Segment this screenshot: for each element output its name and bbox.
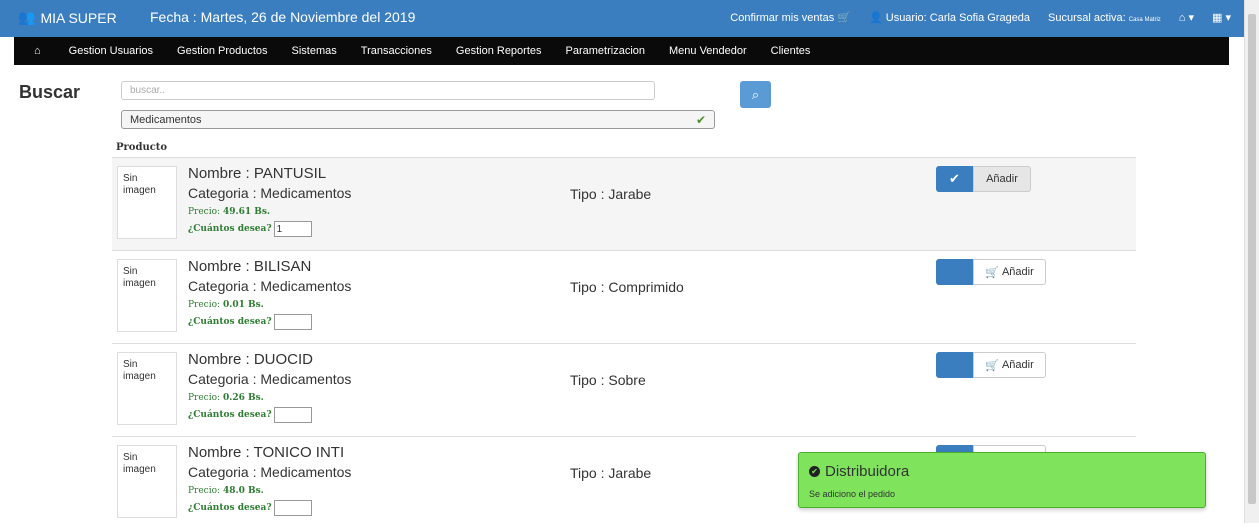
grid-menu-icon[interactable]: ▦ ▾ <box>1212 11 1231 24</box>
brand-label: MIA SUPER <box>40 9 117 26</box>
product-price: Precio: 0.01 Bs. <box>188 300 264 310</box>
select-toggle-button[interactable] <box>936 352 973 378</box>
table-row: Sin imagen Nombre : PANTUSIL Categoria :… <box>112 157 1136 250</box>
users-icon: 👥 <box>18 9 36 25</box>
add-button[interactable]: 🛒Añadir <box>973 352 1046 378</box>
product-image: Sin imagen <box>117 445 177 518</box>
product-price: Precio: 0.26 Bs. <box>188 393 264 403</box>
selected-check-button[interactable]: ✔ <box>936 166 973 192</box>
nav-item-parametrizacion[interactable]: Parametrizacion <box>566 45 645 57</box>
product-price: Precio: 49.61 Bs. <box>188 207 271 217</box>
notification-toast[interactable]: ✔ Distribuidora Se adiciono el pedido <box>798 452 1206 508</box>
top-header: 👥 MIA SUPER Fecha : Martes, 26 de Noviem… <box>0 0 1245 37</box>
user-icon: 👤 <box>868 12 883 24</box>
add-button[interactable]: 🛒Añadir <box>973 259 1046 285</box>
brand[interactable]: 👥 MIA SUPER <box>18 9 117 26</box>
current-date: Fecha : Martes, 26 de Noviembre del 2019 <box>150 9 416 25</box>
check-icon: ✔ <box>949 171 960 186</box>
product-category: Categoria : Medicamentos <box>188 185 352 201</box>
table-row: Sin imagen Nombre : DUOCID Categoria : M… <box>112 343 1136 436</box>
product-image: Sin imagen <box>117 352 177 425</box>
product-image: Sin imagen <box>117 259 177 332</box>
scrollbar-thumb[interactable] <box>1248 14 1256 504</box>
quantity-input[interactable] <box>273 500 312 516</box>
vertical-scrollbar[interactable] <box>1244 0 1259 523</box>
quantity-input[interactable] <box>273 314 312 330</box>
table-row: Sin imagen Nombre : BILISAN Categoria : … <box>112 250 1136 343</box>
product-price: Precio: 48.0 Bs. <box>188 486 264 496</box>
product-type: Tipo : Sobre <box>570 372 646 388</box>
confirm-sales-link[interactable]: Confirmar mis ventas 🛒 <box>730 11 851 24</box>
add-button[interactable]: Añadir <box>973 166 1031 192</box>
main-navbar: ⌂ Gestion Usuarios Gestion Productos Sis… <box>14 37 1229 65</box>
quantity-row: ¿Cuántos desea? <box>188 314 312 330</box>
header-right: Confirmar mis ventas 🛒 👤 Usuario: Carla … <box>730 11 1231 25</box>
product-type: Tipo : Comprimido <box>570 279 684 295</box>
product-image: Sin imagen <box>117 166 177 239</box>
product-category: Categoria : Medicamentos <box>188 464 352 480</box>
search-input[interactable]: buscar.. <box>121 81 655 100</box>
toast-title: ✔ Distribuidora <box>809 463 909 480</box>
product-category: Categoria : Medicamentos <box>188 278 352 294</box>
branch-info[interactable]: Sucursal activa: Casa Matriz <box>1048 12 1161 24</box>
category-select[interactable]: Medicamentos ✔ <box>121 110 715 129</box>
nav-item-gestion-usuarios[interactable]: Gestion Usuarios <box>69 45 153 57</box>
quantity-input[interactable] <box>273 407 312 423</box>
search-button[interactable]: ⌕ <box>740 81 771 108</box>
product-name: Nombre : BILISAN <box>188 258 312 275</box>
product-column-header: Producto <box>116 142 168 153</box>
quantity-row: ¿Cuántos desea? <box>188 500 312 516</box>
product-category: Categoria : Medicamentos <box>188 371 352 387</box>
check-icon: ✔ <box>695 112 706 127</box>
product-name: Nombre : DUOCID <box>188 351 314 368</box>
home-icon[interactable]: ⌂ <box>34 45 41 57</box>
cart-icon: 🛒 <box>837 12 851 24</box>
nav-item-gestion-productos[interactable]: Gestion Productos <box>177 45 268 57</box>
nav-item-gestion-reportes[interactable]: Gestion Reportes <box>456 45 542 57</box>
search-icon: ⌕ <box>751 86 760 102</box>
cart-icon: 🛒 <box>985 266 999 279</box>
page-title: Buscar <box>19 82 81 102</box>
category-selected-value: Medicamentos <box>130 113 202 126</box>
product-name: Nombre : PANTUSIL <box>188 165 327 182</box>
product-type: Tipo : Jarabe <box>570 186 652 202</box>
home-menu-icon[interactable]: ⌂ ▾ <box>1179 11 1194 24</box>
product-type: Tipo : Jarabe <box>570 465 652 481</box>
nav-item-clientes[interactable]: Clientes <box>771 45 811 57</box>
nav-item-menu-vendedor[interactable]: Menu Vendedor <box>669 45 747 57</box>
toast-message: Se adiciono el pedido <box>809 489 896 499</box>
quantity-row: ¿Cuántos desea? 1 <box>188 221 312 237</box>
quantity-input[interactable]: 1 <box>273 221 312 237</box>
nav-item-sistemas[interactable]: Sistemas <box>292 45 337 57</box>
user-link[interactable]: 👤 Usuario: Carla Sofia Grageda <box>869 11 1030 24</box>
product-name: Nombre : TONICO INTI <box>188 444 345 461</box>
nav-item-transacciones[interactable]: Transacciones <box>361 45 432 57</box>
quantity-row: ¿Cuántos desea? <box>188 407 312 423</box>
check-circle-icon: ✔ <box>809 466 820 477</box>
select-toggle-button[interactable] <box>936 259 973 285</box>
cart-icon: 🛒 <box>985 359 999 372</box>
